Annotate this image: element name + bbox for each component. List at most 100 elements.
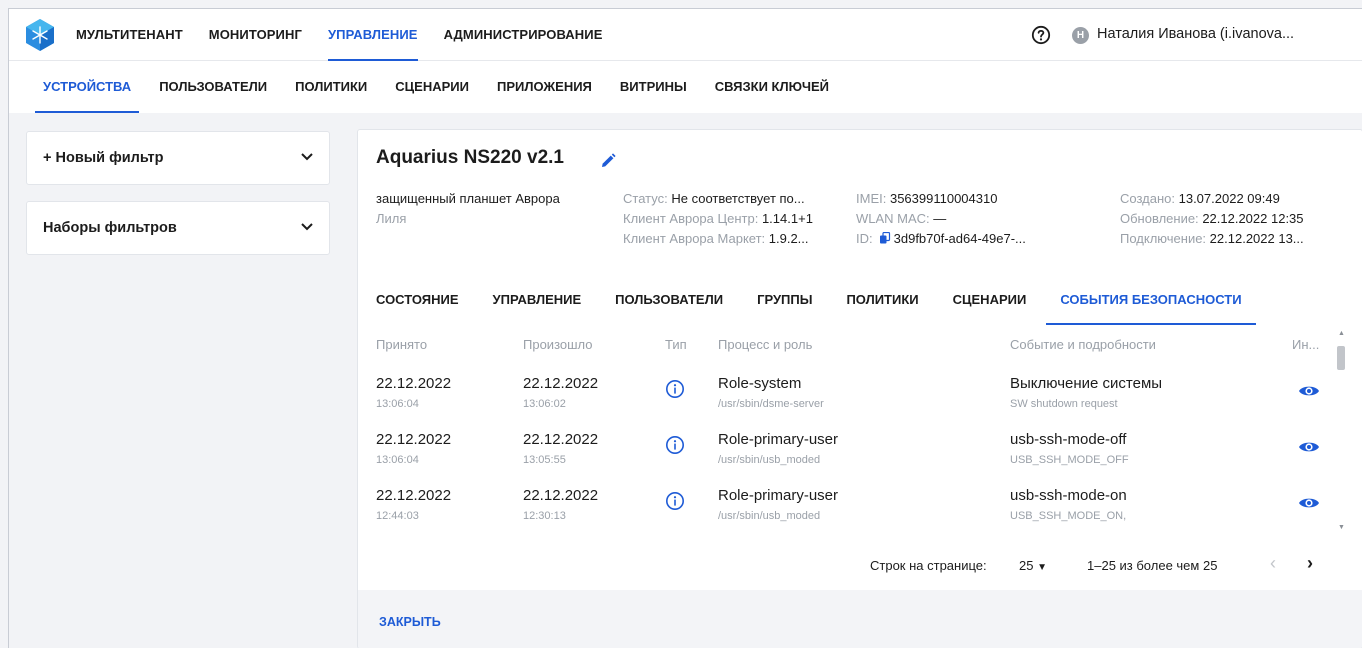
received-time: 12:44:03	[376, 510, 419, 522]
device-type-block: защищенный планшет Аврора Лиля	[376, 189, 560, 229]
wlan-label: WLAN MAC:	[856, 211, 930, 226]
occurred-time: 12:30:13	[523, 510, 566, 522]
rows-per-page-value: 25	[1019, 558, 1034, 573]
section-policies[interactable]: ПОЛИТИКИ	[295, 61, 367, 113]
eye-icon[interactable]	[1298, 383, 1320, 399]
device-card: Aquarius NS220 v2.1 защищенный планшет А…	[357, 129, 1362, 648]
main-nav: МУЛЬТИТЕНАНТ МОНИТОРИНГ УПРАВЛЕНИЕ АДМИН…	[76, 9, 628, 61]
received-date: 22.12.2022	[376, 487, 452, 504]
edit-icon[interactable]	[599, 152, 617, 170]
role: Role-primary-user	[718, 431, 839, 448]
caret-down-icon: ▼	[1037, 562, 1047, 573]
occurred-date: 22.12.2022	[523, 431, 599, 448]
section-devices[interactable]: УСТРОЙСТВА	[34, 61, 140, 113]
tab-security-events[interactable]: СОБЫТИЯ БЕЗОПАСНОСТИ	[1046, 275, 1256, 325]
col-type[interactable]: Тип	[665, 337, 687, 352]
new-filter-label: + Новый фильтр	[43, 150, 164, 166]
col-info[interactable]: Ин...	[1292, 337, 1319, 352]
updated-value: 22.12.2022 12:35	[1202, 211, 1304, 226]
event: usb-ssh-mode-off	[1010, 431, 1127, 448]
id-value: 3d9fb70f-ad64-49e7-...	[893, 231, 1026, 246]
help-icon[interactable]	[1031, 25, 1051, 45]
close-button[interactable]: ЗАКРЫТЬ	[379, 615, 441, 629]
filter-sets-panel[interactable]: Наборы фильтров	[26, 201, 330, 255]
status-value: Не соответствует по...	[671, 191, 805, 206]
wlan-value: —	[933, 211, 947, 226]
imei-value: 356399110004310	[889, 191, 998, 206]
card-footer: ЗАКРЫТЬ	[358, 590, 1362, 648]
updated-label: Обновление:	[1120, 211, 1199, 226]
device-tabs: СОСТОЯНИЕ УПРАВЛЕНИЕ ПОЛЬЗОВАТЕЛИ ГРУППЫ…	[376, 275, 1276, 325]
filter-sets-label: Наборы фильтров	[43, 220, 177, 236]
table-scrollbar[interactable]: ▲ ▼	[1334, 328, 1348, 538]
nav-management[interactable]: УПРАВЛЕНИЕ	[327, 9, 418, 61]
tab-state[interactable]: СОСТОЯНИЕ	[376, 275, 459, 325]
section-scenarios[interactable]: СЦЕНАРИИ	[395, 61, 469, 113]
tab-users[interactable]: ПОЛЬЗОВАТЕЛИ	[615, 275, 723, 325]
avatar[interactable]: Н	[1072, 27, 1089, 44]
eye-icon[interactable]	[1298, 495, 1320, 511]
eye-icon[interactable]	[1298, 439, 1320, 455]
chevron-down-icon[interactable]	[301, 153, 313, 161]
event: Выключение системы	[1010, 375, 1163, 392]
received-date: 22.12.2022	[376, 431, 452, 448]
aurora-logo-icon[interactable]	[25, 19, 55, 51]
scroll-down-icon[interactable]: ▼	[1338, 524, 1345, 532]
device-title: Aquarius NS220 v2.1	[376, 147, 564, 168]
tab-scenarios[interactable]: СЦЕНАРИИ	[953, 275, 1027, 325]
section-showcases[interactable]: ВИТРИНЫ	[620, 61, 687, 113]
status-label: Статус:	[623, 191, 668, 206]
prev-page-icon[interactable]: ‹	[1263, 554, 1283, 574]
app-frame: МУЛЬТИТЕНАНТ МОНИТОРИНГ УПРАВЛЕНИЕ АДМИН…	[8, 8, 1362, 648]
scroll-up-icon[interactable]: ▲	[1338, 330, 1345, 338]
received-time: 13:06:04	[376, 398, 419, 410]
id-label: ID:	[856, 231, 873, 246]
scroll-thumb[interactable]	[1337, 346, 1345, 370]
table-header: Принято Произошло Тип Процесс и роль Соб…	[358, 325, 1348, 365]
section-bar: УСТРОЙСТВА ПОЛЬЗОВАТЕЛИ ПОЛИТИКИ СЦЕНАРИ…	[9, 61, 1362, 113]
occurred-date: 22.12.2022	[523, 375, 599, 392]
event: usb-ssh-mode-on	[1010, 487, 1127, 504]
connected-value: 22.12.2022 13...	[1209, 231, 1304, 246]
client-market-value: 1.9.2...	[768, 231, 809, 246]
event-details: USB_SSH_MODE_ON,	[1010, 510, 1127, 522]
info-icon	[666, 436, 684, 454]
rows-per-page-select[interactable]: 25 ▼	[1019, 558, 1047, 573]
col-process[interactable]: Процесс и роль	[718, 337, 812, 352]
table-row[interactable]: 22.12.2022 13:06:04 22.12.2022 13:06:02 …	[358, 365, 1333, 421]
tab-groups[interactable]: ГРУППЫ	[757, 275, 812, 325]
created-label: Создано:	[1120, 191, 1175, 206]
col-event[interactable]: Событие и подробности	[1010, 337, 1156, 352]
imei-label: IMEI:	[856, 191, 887, 206]
copy-icon[interactable]	[879, 232, 891, 244]
client-center-label: Клиент Аврора Центр:	[623, 211, 759, 226]
occurred-time: 13:06:02	[523, 398, 566, 410]
user-name[interactable]: Наталия Иванова (i.ivanova...	[1097, 26, 1294, 42]
section-nav: УСТРОЙСТВА ПОЛЬЗОВАТЕЛИ ПОЛИТИКИ СЦЕНАРИ…	[34, 61, 857, 113]
nav-monitoring[interactable]: МОНИТОРИНГ	[209, 9, 302, 61]
info-icon	[666, 380, 684, 398]
connected-label: Подключение:	[1120, 231, 1207, 246]
chevron-down-icon[interactable]	[301, 223, 313, 231]
nav-multitenant[interactable]: МУЛЬТИТЕНАНТ	[76, 9, 183, 61]
role: Role-system	[718, 375, 802, 392]
col-received[interactable]: Принято	[376, 337, 427, 352]
new-filter-panel[interactable]: + Новый фильтр	[26, 131, 330, 185]
section-apps[interactable]: ПРИЛОЖЕНИЯ	[497, 61, 592, 113]
table-row[interactable]: 22.12.2022 13:06:04 22.12.2022 13:05:55 …	[358, 421, 1333, 477]
col-occurred[interactable]: Произошло	[523, 337, 593, 352]
section-keychains[interactable]: СВЯЗКИ КЛЮЧЕЙ	[715, 61, 829, 113]
device-status-block: Статус: Не соответствует по... Клиент Ав…	[623, 189, 813, 249]
table-row[interactable]: 22.12.2022 12:44:03 22.12.2022 12:30:13 …	[358, 477, 1333, 533]
page-range: 1–25 из более чем 25	[1087, 558, 1218, 573]
process: /usr/sbin/usb_moded	[718, 510, 821, 522]
device-owner: Лиля	[376, 211, 407, 226]
tab-management[interactable]: УПРАВЛЕНИЕ	[493, 275, 582, 325]
client-center-value: 1.14.1+1	[761, 211, 813, 226]
device-type: защищенный планшет Аврора	[376, 191, 560, 206]
section-users[interactable]: ПОЛЬЗОВАТЕЛИ	[159, 61, 267, 113]
nav-administration[interactable]: АДМИНИСТРИРОВАНИЕ	[444, 9, 603, 61]
next-page-icon[interactable]: ›	[1300, 554, 1320, 574]
received-time: 13:06:04	[376, 454, 419, 466]
tab-policies[interactable]: ПОЛИТИКИ	[846, 275, 918, 325]
